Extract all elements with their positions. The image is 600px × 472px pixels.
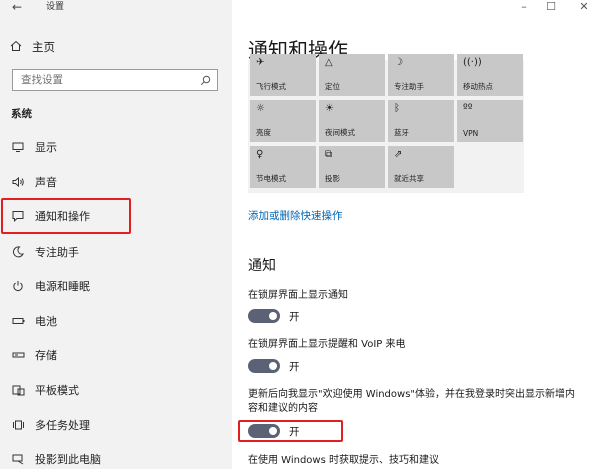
tablet-icon [11, 383, 25, 397]
location-icon: △ [325, 57, 333, 68]
multitask-icon [11, 418, 25, 432]
quick-action-vpn[interactable]: ºº VPN [457, 100, 523, 142]
monitor-icon [11, 140, 25, 154]
quick-action-label: 亮度 [256, 128, 271, 137]
highlight-frame [1, 198, 131, 234]
battery-saver-icon: ♀ [256, 149, 264, 160]
power-icon [11, 279, 25, 293]
quick-action-label: VPN [463, 129, 479, 138]
sidebar-item-tablet-mode[interactable]: 平板模式 [0, 377, 232, 403]
moon-icon [11, 245, 25, 259]
main-panel: – ☐ ✕ 通知和操作 ✈ 飞行模式 △ 定位 ☽ 专注助手 ((·)) 移动热… [232, 0, 600, 469]
quick-action-location[interactable]: △ 定位 [319, 54, 385, 96]
maximize-button[interactable]: ☐ [537, 0, 565, 16]
sidebar-home[interactable]: 主页 [10, 36, 55, 58]
moon-icon: ☽ [394, 57, 403, 68]
toggle-state-text: 开 [289, 310, 300, 323]
section-label-system: 系统 [11, 108, 32, 120]
sidebar-item-focus-assist[interactable]: 专注助手 [0, 239, 232, 265]
quick-action-focus-assist[interactable]: ☽ 专注助手 [388, 54, 454, 96]
search-box[interactable] [12, 69, 218, 91]
quick-action-battery-saver[interactable]: ♀ 节电模式 [250, 146, 316, 188]
quick-action-night-light[interactable]: ☀ 夜间模式 [319, 100, 385, 142]
home-icon [10, 40, 32, 55]
quick-action-label: 夜间模式 [325, 128, 355, 137]
toggle-switch[interactable] [248, 309, 280, 323]
sidebar: ← 设置 主页 系统 显示 声音 通知和操作 专注助手 [0, 0, 232, 469]
toggle-row-lockscreen-notifications[interactable]: 开 [248, 308, 300, 324]
home-label: 主页 [32, 40, 55, 54]
highlight-frame [238, 420, 343, 442]
quick-action-label: 专注助手 [394, 82, 424, 91]
edit-quick-actions-link[interactable]: 添加或删除快速操作 [248, 208, 343, 223]
toggle-row-reminders-voip[interactable]: 开 [248, 358, 300, 374]
search-input[interactable] [19, 73, 200, 87]
speaker-icon [11, 175, 25, 189]
sidebar-item-storage[interactable]: 存储 [0, 342, 232, 368]
quick-action-label: 定位 [325, 82, 340, 91]
quick-action-label: 就近共享 [394, 174, 424, 183]
sidebar-item-label: 平板模式 [35, 384, 79, 397]
quick-action-label: 移动热点 [463, 82, 493, 91]
night-light-icon: ☀ [325, 103, 334, 114]
setting-label-reminders-voip: 在锁屏界面上显示提醒和 VoIP 来电 [248, 339, 406, 350]
quick-action-label: 投影 [325, 174, 340, 183]
quick-actions-grid: ✈ 飞行模式 △ 定位 ☽ 专注助手 ((·)) 移动热点 ☼ 亮度 ☀ 夜间模… [248, 54, 524, 193]
quick-action-nearby-sharing[interactable]: ⇗ 就近共享 [388, 146, 454, 188]
sidebar-item-label: 多任务处理 [35, 419, 90, 432]
sidebar-item-label: 电池 [35, 315, 57, 328]
setting-label-tips: 在使用 Windows 时获取提示、技巧和建议 [248, 455, 439, 466]
sidebar-item-power-sleep[interactable]: 电源和睡眠 [0, 273, 232, 299]
sidebar-item-label: 专注助手 [35, 246, 79, 259]
toggle-state-text: 开 [289, 360, 300, 373]
sidebar-item-multitasking[interactable]: 多任务处理 [0, 412, 232, 438]
airplane-icon: ✈ [256, 57, 265, 68]
sidebar-item-project-to-pc[interactable]: 投影到此电脑 [0, 446, 232, 472]
quick-action-label: 节电模式 [256, 174, 286, 183]
quick-action-label: 飞行模式 [256, 82, 286, 91]
vpn-icon: ºº [463, 103, 473, 114]
back-button[interactable]: ← [6, 0, 28, 15]
battery-icon [11, 314, 25, 328]
toggle-switch[interactable] [248, 359, 280, 373]
quick-action-project[interactable]: ⧉ 投影 [319, 146, 385, 188]
notifications-heading: 通知 [248, 258, 276, 274]
quick-action-label: 蓝牙 [394, 128, 409, 137]
quick-action-bluetooth[interactable]: ᛒ 蓝牙 [388, 100, 454, 142]
close-button[interactable]: ✕ [570, 0, 598, 16]
sidebar-item-label: 存储 [35, 349, 57, 362]
share-icon: ⇗ [394, 149, 403, 160]
minimize-button[interactable]: – [510, 0, 538, 16]
sidebar-item-display[interactable]: 显示 [0, 134, 232, 160]
bluetooth-icon: ᛒ [394, 103, 400, 114]
search-icon[interactable] [200, 71, 211, 90]
project-icon [11, 452, 25, 466]
sidebar-item-label: 电源和睡眠 [35, 280, 90, 293]
storage-icon [11, 348, 25, 362]
sidebar-item-label: 声音 [35, 176, 57, 189]
quick-action-airplane-mode[interactable]: ✈ 飞行模式 [250, 54, 316, 96]
sidebar-item-sound[interactable]: 声音 [0, 169, 232, 195]
setting-label-lockscreen-notifications: 在锁屏界面上显示通知 [248, 290, 348, 301]
brightness-icon: ☼ [256, 103, 265, 114]
project-icon: ⧉ [325, 149, 333, 160]
quick-action-brightness[interactable]: ☼ 亮度 [250, 100, 316, 142]
quick-action-mobile-hotspot[interactable]: ((·)) 移动热点 [457, 54, 523, 96]
sidebar-item-label: 投影到此电脑 [35, 453, 101, 466]
sidebar-item-label: 显示 [35, 141, 57, 154]
app-title: 设置 [46, 2, 65, 12]
setting-label-welcome-experience: 更新后向我显示"欢迎使用 Windows"体验，并在我登录时突出显示新增内容和建… [248, 389, 576, 414]
hotspot-icon: ((·)) [463, 57, 482, 68]
sidebar-item-battery[interactable]: 电池 [0, 308, 232, 334]
